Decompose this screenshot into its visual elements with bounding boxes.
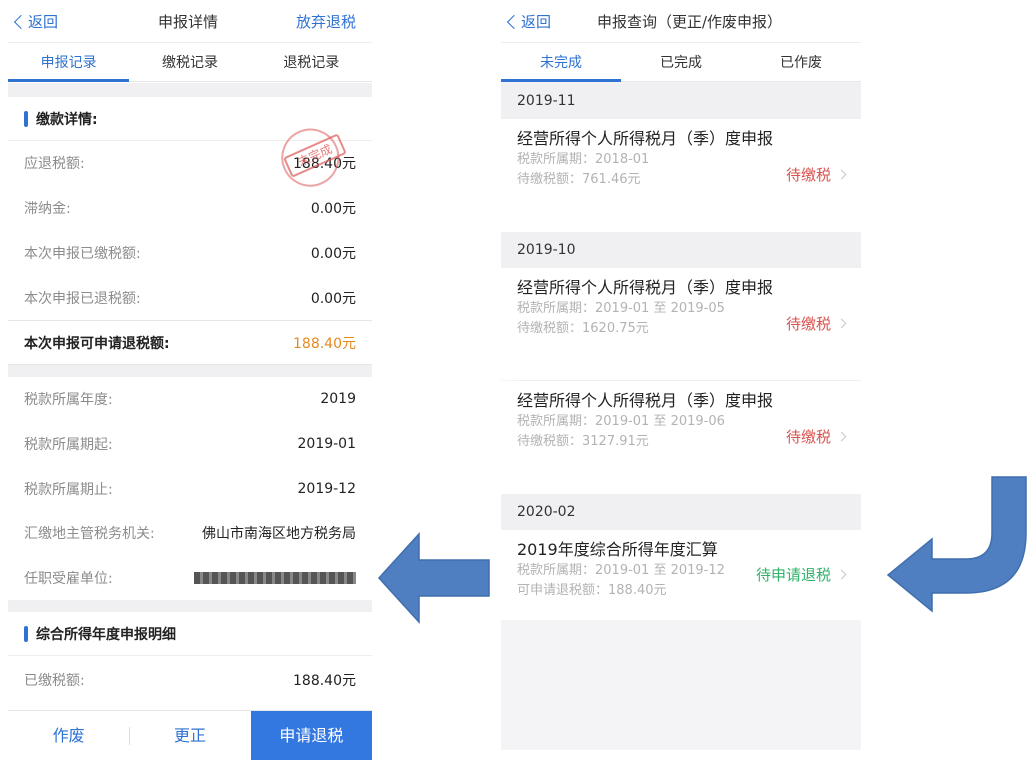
void-button[interactable]: 作废 <box>8 711 129 760</box>
page-title: 申报详情 <box>158 13 219 31</box>
tab-declaration-records[interactable]: 申报记录 <box>8 43 130 82</box>
status-badge: 待缴税 <box>785 166 831 184</box>
curved-arrow-icon <box>886 476 1027 613</box>
detail-row: 本次申报已退税额: 0.00元 <box>8 276 372 320</box>
detail-row: 滞纳金: 0.00元 <box>8 186 372 230</box>
annual-detail-section-header: 综合所得年度申报明细 <box>8 612 372 656</box>
info-row: 汇缴地主管税务机关: 佛山市南海区地方税务局 <box>8 511 372 555</box>
detail-row: 已缴税额: 188.40元 <box>8 658 372 702</box>
detail-header: 返回 申报详情 放弃退税 <box>8 0 372 42</box>
status-badge: 待缴税 <box>785 315 831 333</box>
tab-incomplete[interactable]: 未完成 <box>501 43 621 82</box>
status-badge: 待申请退税 <box>755 566 831 584</box>
row-label: 税款所属期起: <box>24 437 113 453</box>
info-row: 税款所属年度: 2019 <box>8 377 372 421</box>
refundable-amount: 188.40元 <box>293 335 356 352</box>
row-value: 0.00元 <box>310 201 356 217</box>
detail-row: 本次申报已缴税额: 0.00元 <box>8 231 372 275</box>
row-label: 汇缴地主管税务机关: <box>24 526 155 542</box>
tab-voided[interactable]: 已作废 <box>741 43 861 81</box>
abandon-refund-button[interactable]: 放弃退税 <box>296 11 356 32</box>
item-title: 经营所得个人所得税月（季）度申报 <box>517 391 774 410</box>
detail-tabs: 申报记录 缴税记录 退税记录 <box>8 42 372 82</box>
spacer <box>8 600 372 612</box>
row-value: 佛山市南海区地方税务局 <box>202 526 356 542</box>
section-title: 综合所得年度申报明细 <box>36 626 176 643</box>
item-title: 2019年度综合所得年度汇算 <box>517 540 718 559</box>
month-header: 2020-02 <box>501 494 861 530</box>
row-label: 应退税额: <box>24 156 85 172</box>
page-title: 申报查询（更正/作废申报） <box>597 13 783 31</box>
status-tabs: 未完成 已完成 已作废 <box>501 42 861 82</box>
chevron-left-icon <box>13 14 29 29</box>
redacted-employer <box>194 572 356 584</box>
item-title: 经营所得个人所得税月（季）度申报 <box>517 278 774 297</box>
section-marker <box>24 625 28 642</box>
back-button[interactable]: 返回 <box>505 11 551 32</box>
tab-payment-records[interactable]: 缴税记录 <box>129 43 250 81</box>
declaration-item[interactable]: 2019年度综合所得年度汇算 税款所属期：2019-01 至 2019-12 可… <box>501 530 861 620</box>
back-label: 返回 <box>28 13 59 31</box>
info-row: 任职受雇单位: <box>8 556 372 600</box>
back-label: 返回 <box>521 13 552 31</box>
chevron-left-icon <box>506 14 522 29</box>
row-label: 任职受雇单位: <box>24 571 113 587</box>
row-value: 0.00元 <box>310 291 356 307</box>
tab-refund-records[interactable]: 退税记录 <box>251 43 372 81</box>
info-row: 税款所属期止: 2019-12 <box>8 467 372 511</box>
row-label: 滞纳金: <box>24 201 71 217</box>
item-title: 经营所得个人所得税月（季）度申报 <box>517 129 774 148</box>
row-label: 本次申报可申请退税额: <box>24 335 170 352</box>
row-value: 2019 <box>320 391 356 407</box>
info-row: 税款所属期起: 2019-01 <box>8 422 372 466</box>
row-value: 2019-12 <box>297 481 357 497</box>
section-title: 缴款详情: <box>36 111 98 128</box>
declaration-item[interactable]: 经营所得个人所得税月（季）度申报 税款所属期：2018-01 待缴税额：761.… <box>501 119 861 232</box>
month-header: 2019-10 <box>501 232 861 268</box>
arrow-left-icon <box>377 532 490 624</box>
row-label: 税款所属年度: <box>24 392 113 408</box>
detail-row: 应退税额: 188.40元 <box>8 141 372 185</box>
query-header: 返回 申报查询（更正/作废申报） <box>501 0 861 42</box>
action-bar: 作废 更正 申请退税 <box>8 710 372 760</box>
refundable-amount-row: 本次申报可申请退税额: 188.40元 <box>8 320 372 365</box>
tab-completed[interactable]: 已完成 <box>621 43 741 81</box>
row-label: 税款所属期止: <box>24 482 113 498</box>
row-value: 188.40元 <box>293 156 356 172</box>
spacer <box>8 83 372 97</box>
declaration-item[interactable]: 经营所得个人所得税月（季）度申报 税款所属期：2019-01 至 2019-06… <box>501 381 861 494</box>
row-label: 本次申报已缴税额: <box>24 246 141 262</box>
row-value: 2019-01 <box>297 436 357 452</box>
row-label: 已缴税额: <box>24 673 85 689</box>
month-header: 2019-11 <box>501 83 861 119</box>
row-value: 188.40元 <box>293 673 356 689</box>
declaration-item[interactable]: 经营所得个人所得税月（季）度申报 税款所属期：2019-01 至 2019-05… <box>501 268 861 380</box>
apply-refund-button[interactable]: 申请退税 <box>250 711 372 760</box>
status-badge: 待缴税 <box>785 428 831 446</box>
spacer <box>8 365 372 377</box>
correct-button[interactable]: 更正 <box>129 711 250 760</box>
declaration-query-screen: 返回 申报查询（更正/作废申报） 未完成 已完成 已作废 2019-11 经营所… <box>501 0 861 750</box>
section-marker <box>24 110 28 127</box>
row-label: 本次申报已退税额: <box>24 291 141 307</box>
back-button[interactable]: 返回 <box>12 11 58 32</box>
declaration-detail-screen: 返回 申报详情 放弃退税 申报记录 缴税记录 退税记录 缴款详情: 应退税额: … <box>8 0 372 760</box>
payment-section-header: 缴款详情: <box>8 97 372 141</box>
row-value: 0.00元 <box>310 246 356 262</box>
